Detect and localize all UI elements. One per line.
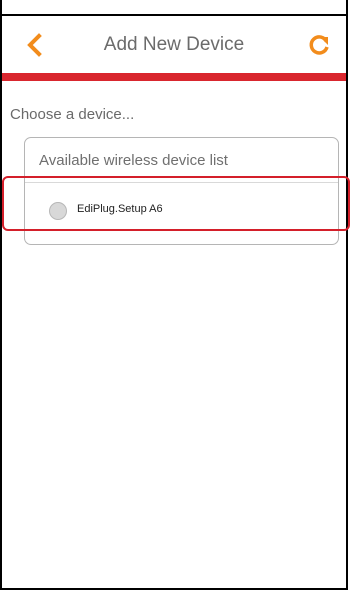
device-name: EdiPlug.Setup A6: [77, 203, 163, 215]
refresh-button[interactable]: [304, 30, 334, 60]
refresh-icon: [309, 35, 329, 55]
device-list-item[interactable]: EdiPlug.Setup A6: [26, 193, 337, 229]
choose-device-label: Choose a device...: [10, 106, 135, 123]
device-icon: [49, 202, 67, 220]
device-frame: [0, 0, 348, 590]
top-strip: [0, 0, 348, 16]
header-accent-bar: [2, 73, 346, 81]
app-header: Add New Device: [2, 16, 346, 76]
card-divider: [25, 182, 338, 183]
page-title: Add New Device: [103, 34, 245, 55]
device-list-title: Available wireless device list: [39, 152, 228, 169]
device-list-card: Available wireless device list EdiPlug.S…: [24, 137, 339, 245]
